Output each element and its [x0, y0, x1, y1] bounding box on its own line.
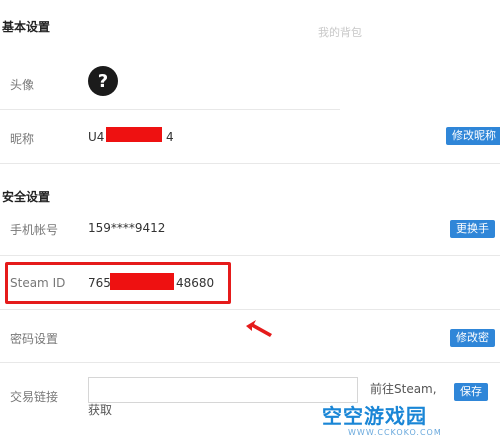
- change-password-button[interactable]: 修改密: [450, 329, 495, 347]
- divider: [0, 109, 340, 110]
- divider: [0, 255, 500, 256]
- goto-steam-link[interactable]: 前往Steam,: [370, 380, 437, 397]
- divider: [0, 163, 500, 164]
- trade-link-label: 交易链接: [10, 390, 59, 404]
- nickname-redaction: [106, 127, 162, 142]
- change-phone-button[interactable]: 更换手: [450, 220, 495, 238]
- trade-link-input[interactable]: [88, 377, 358, 403]
- divider: [0, 309, 500, 310]
- question-mark-icon: ?: [97, 70, 109, 92]
- basic-settings-title: 基本设置: [2, 20, 51, 34]
- site-watermark: 空空游戏园: [322, 404, 427, 428]
- save-trade-link-button[interactable]: 保存: [454, 383, 488, 401]
- red-arrow-icon: [246, 320, 272, 337]
- avatar-label: 头像: [10, 78, 35, 92]
- steam-id-highlight-box: [5, 262, 231, 304]
- phone-value: 159****9412: [88, 221, 166, 235]
- change-nickname-button[interactable]: 修改昵称: [446, 127, 500, 145]
- nickname-value-suffix: 4: [166, 130, 174, 144]
- phone-label: 手机帐号: [10, 223, 59, 237]
- get-link-text: 获取: [88, 403, 113, 417]
- password-label: 密码设置: [10, 332, 59, 346]
- divider: [0, 362, 500, 363]
- my-backpack-link[interactable]: 我的背包: [318, 24, 362, 40]
- nickname-value-prefix: U4: [88, 130, 105, 144]
- site-watermark-url: WWW.CCKOKO.COM: [348, 428, 442, 437]
- security-settings-title: 安全设置: [2, 190, 51, 204]
- nickname-label: 昵称: [10, 132, 35, 146]
- avatar[interactable]: ?: [88, 66, 118, 96]
